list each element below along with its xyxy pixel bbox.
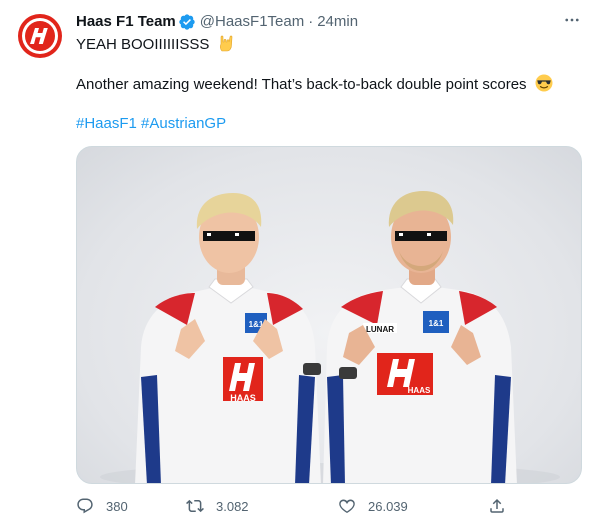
tweet-media-photo[interactable]: HAAS 1&1 LUNAR HAAS 1&1 [76,146,582,484]
author-avatar[interactable] [16,12,64,60]
right-driver-lunar-patch: LUNAR [366,325,394,334]
drivers-photo-image: HAAS 1&1 LUNAR HAAS 1&1 [100,191,560,483]
hashtag-austriangp-link[interactable]: #AustrianGP [141,115,226,132]
tweet-timestamp[interactable]: 24min [317,12,358,32]
reply-icon [77,498,93,514]
like-count: 26.039 [368,498,408,514]
share-icon [490,498,504,513]
retweet-icon [186,499,204,513]
like-button[interactable]: 26.039 [338,494,408,518]
heart-icon [339,499,355,513]
left-driver-figure: HAAS 1&1 [135,193,321,483]
svg-text:HAAS: HAAS [408,386,431,395]
smiling-face-with-sunglasses-emoji-icon [535,74,553,98]
tweet-text-body: Another amazing weekend! That’s back-to-… [76,76,527,93]
separator-dot: · [308,13,314,30]
haas-logo-icon [18,14,62,58]
tweet-hashtags: #HaasF1 #AustrianGP [76,114,582,134]
right-driver-1and1-patch: 1&1 [429,319,444,328]
svg-text:HAAS: HAAS [230,393,256,403]
right-driver-figure: LUNAR HAAS 1&1 [323,191,517,483]
sign-of-the-horns-emoji-icon [218,34,234,58]
tweet-action-bar: 380 3.082 26.039 [76,494,582,518]
tweet-text-shout: YEAH BOOIIIIIISSS [76,36,210,53]
verified-badge-icon [178,13,196,31]
tweet-text-line-2: Another amazing weekend! That’s back-to-… [76,74,582,98]
retweet-count: 3.082 [216,498,249,514]
more-options-icon[interactable] [562,10,582,30]
retweet-button[interactable]: 3.082 [186,494,249,518]
tweet-header: Haas F1 Team @HaasF1Team · 24min [76,12,582,32]
reply-count: 380 [106,498,128,514]
reply-button[interactable]: 380 [76,494,128,518]
hashtag-haasf1-link[interactable]: #HaasF1 [76,115,137,132]
author-handle[interactable]: @HaasF1Team [200,12,304,32]
tweet-card[interactable]: Haas F1 Team @HaasF1Team · 24min YEAH BO… [0,0,598,527]
share-button[interactable] [488,494,506,518]
author-display-name[interactable]: Haas F1 Team [76,12,176,32]
tweet-text-line-1: YEAH BOOIIIIIISSS [76,34,582,58]
